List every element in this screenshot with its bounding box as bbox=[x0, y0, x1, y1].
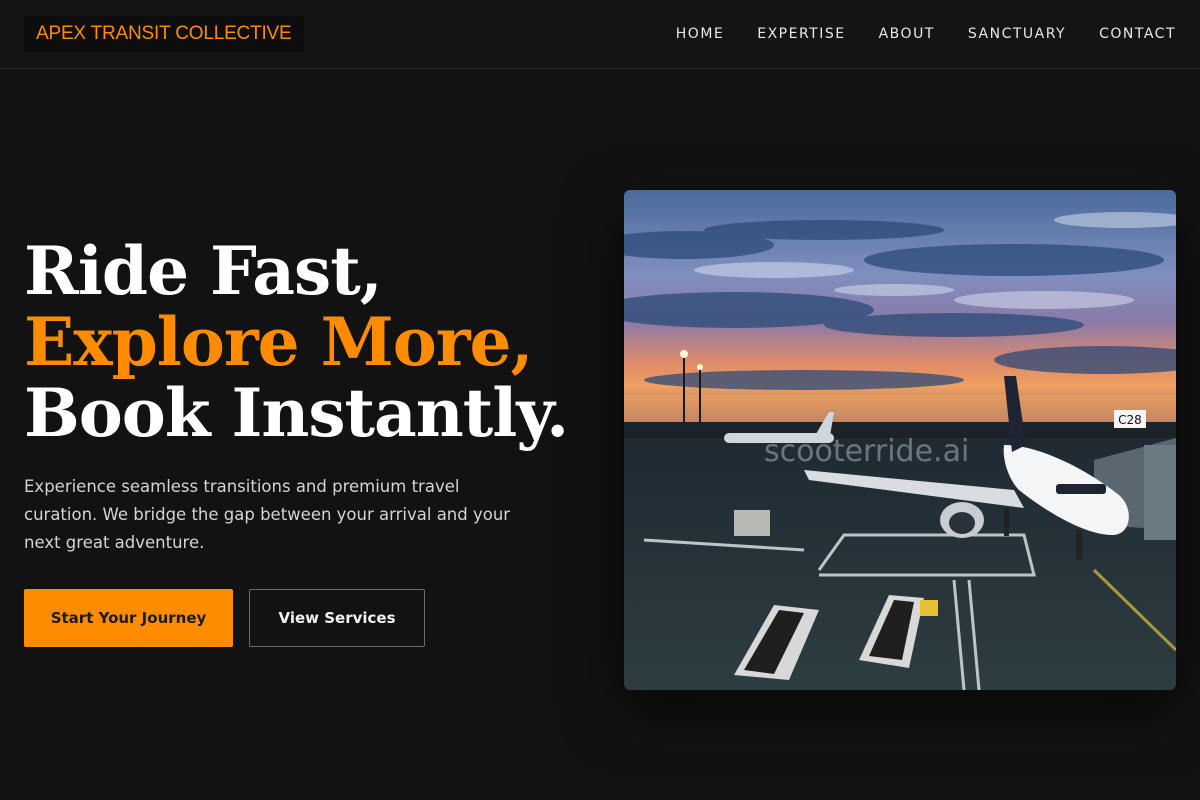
brand-logo[interactable]: APEX TRANSIT COLLECTIVE bbox=[24, 16, 304, 52]
nav-item-expertise: EXPERTISE bbox=[757, 25, 845, 43]
nav-link-contact[interactable]: CONTACT bbox=[1099, 26, 1176, 42]
headline-line-1: Ride Fast, bbox=[24, 232, 383, 310]
hero-image-airport: C28 scooterride.ai bbox=[624, 190, 1176, 690]
start-journey-button[interactable]: Start Your Journey bbox=[24, 589, 233, 647]
hero-headline: Ride Fast, Explore More, Book Instantly. bbox=[24, 236, 584, 449]
gate-sign-label: C28 bbox=[1118, 413, 1142, 427]
nav-link-about[interactable]: ABOUT bbox=[879, 26, 935, 42]
nav-link-expertise[interactable]: EXPERTISE bbox=[757, 26, 845, 42]
nav-item-about: ABOUT bbox=[879, 25, 935, 43]
nav-link-home[interactable]: HOME bbox=[676, 26, 724, 42]
airport-sunset-illustration: C28 bbox=[624, 190, 1176, 690]
hero-description: Experience seamless transitions and prem… bbox=[24, 477, 511, 552]
nav-item-contact: CONTACT bbox=[1099, 25, 1176, 43]
hero-cta-group: Start Your Journey View Services bbox=[24, 589, 425, 647]
view-services-button[interactable]: View Services bbox=[249, 589, 425, 647]
hero-copy: Ride Fast, Explore More, Book Instantly.… bbox=[24, 236, 584, 557]
main-nav: HOME EXPERTISE ABOUT SANCTUARY CONTACT bbox=[676, 0, 1176, 68]
site-header: APEX TRANSIT COLLECTIVE HOME EXPERTISE A… bbox=[0, 0, 1200, 69]
nav-item-sanctuary: SANCTUARY bbox=[968, 25, 1066, 43]
headline-line-3: Book Instantly. bbox=[24, 374, 569, 452]
nav-link-sanctuary[interactable]: SANCTUARY bbox=[968, 26, 1066, 42]
nav-item-home: HOME bbox=[676, 25, 724, 43]
headline-line-2-accent: Explore More, bbox=[24, 303, 533, 381]
